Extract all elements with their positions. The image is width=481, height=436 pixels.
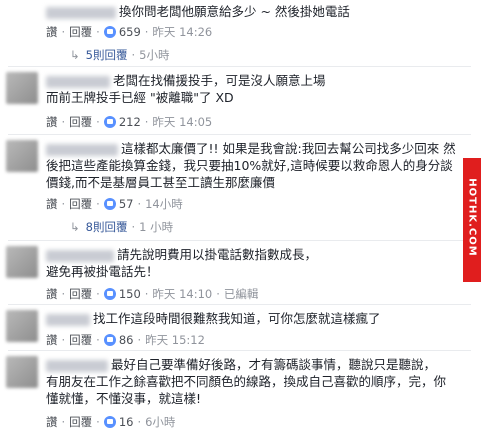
- reply-button[interactable]: 回覆: [69, 115, 92, 129]
- thumbs-up-icon: [103, 198, 116, 210]
- comment-line: 價錢,而不是基層員工甚至工讀生那麼廉價: [46, 175, 275, 190]
- divider: [8, 304, 471, 305]
- comment-line: 請先說明費用以掛電話數指數成長，: [117, 247, 318, 262]
- replies-row[interactable]: ↳ 5則回覆 · 5小時: [70, 47, 169, 63]
- comment: 找工作這段時間很難熬我知道，可你怎麼就這樣瘋了 讚 · 回覆 · 86 · 昨天 15:12: [0, 306, 463, 350]
- comment-time[interactable]: 昨天 15:12: [145, 333, 205, 347]
- thumbs-up-icon: [103, 416, 116, 428]
- like-button[interactable]: 讚: [46, 25, 58, 39]
- comment-time[interactable]: 6小時: [145, 415, 175, 429]
- divider: [8, 240, 471, 241]
- reply-count[interactable]: 8則回覆: [86, 220, 128, 234]
- commenter-name[interactable]: [46, 249, 114, 262]
- edited-label[interactable]: 已編輯: [224, 287, 259, 301]
- comment-actions: 讚 · 回覆 · 212 · 昨天 14:05: [46, 115, 213, 129]
- reply-arrow-icon: ↳: [70, 220, 80, 234]
- like-count[interactable]: 212: [119, 115, 141, 129]
- reply-time: 5小時: [139, 48, 170, 62]
- like-count[interactable]: 57: [119, 197, 134, 211]
- like-button[interactable]: 讚: [46, 115, 58, 129]
- comment-line: 避免再被掛電話先！: [46, 264, 159, 279]
- comment-time[interactable]: 14小時: [145, 197, 183, 211]
- reply-button[interactable]: 回覆: [69, 25, 92, 39]
- comment-text: 換你問老闆他願意給多少 ~ 然後掛她電話: [46, 3, 350, 20]
- replies-row[interactable]: ↳ 8則回覆 · 1 小時: [70, 219, 173, 235]
- reply-arrow-icon: ↳: [70, 48, 80, 62]
- like-count[interactable]: 659: [119, 25, 141, 39]
- comment-actions: 讚 · 回覆 · 86 · 昨天 15:12: [46, 333, 205, 347]
- avatar[interactable]: [6, 140, 38, 172]
- thumbs-up-icon: [103, 116, 116, 128]
- avatar[interactable]: [6, 310, 38, 342]
- comment-line: 而前王牌投手已經 "被離職"了 XD: [46, 90, 234, 105]
- comment-text: 這樣都太廉價了!! 如果是我會說:我回去幫公司找多少回來 然 後把這些產能換算金…: [46, 140, 466, 191]
- comment: 這樣都太廉價了!! 如果是我會說:我回去幫公司找多少回來 然 後把這些產能換算金…: [0, 136, 463, 240]
- comment-time[interactable]: 昨天 14:10: [152, 287, 212, 301]
- comment: 老闆在找備援投手，可是沒人願意上場 而前王牌投手已經 "被離職"了 XD 讚 · 回…: [0, 68, 463, 134]
- avatar[interactable]: [6, 246, 38, 278]
- comment-line: 有朋友在工作之餘喜歡把不同顏色的線路，換成自己喜歡的順序，完，你: [46, 374, 447, 389]
- like-count[interactable]: 150: [119, 287, 141, 301]
- comment-text: 最好自己要準備好後路，才有籌碼談事情，聽說只是聽說， 有朋友在工作之餘喜歡把不同…: [46, 356, 466, 407]
- like-button[interactable]: 讚: [46, 333, 58, 347]
- comment: 換你問老闆他願意給多少 ~ 然後掛她電話 讚 · 回覆 · 659 · 昨天 14:26 ↳…: [0, 0, 463, 66]
- thumbs-up-icon: [103, 26, 116, 38]
- commenter-name[interactable]: [46, 313, 90, 326]
- reply-time: 1 小時: [139, 220, 174, 234]
- comment-actions: 讚 · 回覆 · 57 · 14小時: [46, 197, 183, 211]
- comment-line: 找工作這段時間很難熬我知道，可你怎麼就這樣瘋了: [93, 311, 381, 326]
- reply-button[interactable]: 回覆: [69, 415, 92, 429]
- like-button[interactable]: 讚: [46, 197, 58, 211]
- commenter-name[interactable]: [46, 75, 110, 88]
- divider: [8, 350, 471, 351]
- divider: [8, 66, 471, 67]
- comment-line: 最好自己要準備好後路，才有籌碼談事情，聽說只是聽說，: [111, 357, 437, 372]
- like-count[interactable]: 16: [119, 415, 134, 429]
- avatar[interactable]: [6, 356, 38, 388]
- thumbs-up-icon: [103, 288, 116, 300]
- watermark-text: HOTHK.COM: [466, 178, 478, 257]
- comment-line: 換你問老闆他願意給多少 ~ 然後掛她電話: [119, 4, 350, 19]
- reply-button[interactable]: 回覆: [69, 197, 92, 211]
- comment-text: 找工作這段時間很難熬我知道，可你怎麼就這樣瘋了: [46, 310, 381, 327]
- comment-text: 老闆在找備援投手，可是沒人願意上場 而前王牌投手已經 "被離職"了 XD: [46, 72, 326, 106]
- comment-actions: 讚 · 回覆 · 150 · 昨天 14:10 · 已編輯: [46, 287, 259, 301]
- avatar[interactable]: [6, 72, 38, 104]
- comment-line: 老闆在找備援投手，可是沒人願意上場: [113, 73, 326, 88]
- thumbs-up-icon: [103, 334, 116, 346]
- comment-line: 這樣都太廉價了!! 如果是我會說:我回去幫公司找多少回來 然: [121, 141, 456, 156]
- comment-time[interactable]: 昨天 14:26: [152, 25, 212, 39]
- comment: 最好自己要準備好後路，才有籌碼談事情，聽說只是聽說， 有朋友在工作之餘喜歡把不同…: [0, 352, 463, 436]
- comment-line: 懂就懂，不懂沒事，就這樣!: [46, 391, 202, 406]
- reply-count[interactable]: 5則回覆: [86, 48, 128, 62]
- commenter-name[interactable]: [46, 6, 116, 19]
- watermark: HOTHK.COM: [463, 158, 481, 282]
- comment-line: 後把這些產能換算金錢，我只要抽10%就好,這時候要以救命恩人的身分談: [46, 158, 453, 173]
- divider: [8, 134, 471, 135]
- like-count[interactable]: 86: [119, 333, 134, 347]
- reply-button[interactable]: 回覆: [69, 333, 92, 347]
- commenter-name[interactable]: [46, 359, 108, 372]
- like-button[interactable]: 讚: [46, 287, 58, 301]
- comment-time[interactable]: 昨天 14:05: [152, 115, 212, 129]
- reply-button[interactable]: 回覆: [69, 287, 92, 301]
- comment-text: 請先說明費用以掛電話數指數成長， 避免再被掛電話先！: [46, 246, 317, 280]
- comment: 請先說明費用以掛電話數指數成長， 避免再被掛電話先！ 讚 · 回覆 · 150 · 昨天 1…: [0, 242, 463, 304]
- commenter-name[interactable]: [46, 143, 118, 156]
- comment-actions: 讚 · 回覆 · 659 · 昨天 14:26: [46, 25, 213, 39]
- like-button[interactable]: 讚: [46, 415, 58, 429]
- comment-actions: 讚 · 回覆 · 16 · 6小時: [46, 415, 176, 429]
